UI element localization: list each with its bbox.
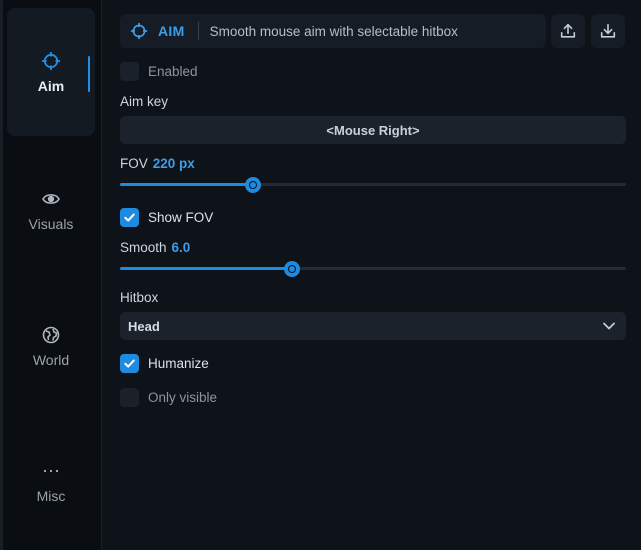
only-visible-checkbox[interactable] xyxy=(120,387,139,407)
aim-key-label: Aim key xyxy=(120,94,169,109)
humanize-toggle[interactable]: Humanize xyxy=(120,353,209,373)
smooth-value: 6.0 xyxy=(171,240,191,255)
more-dots-icon xyxy=(41,461,61,481)
sidebar-item-label: World xyxy=(32,351,70,368)
humanize-checkbox[interactable] xyxy=(120,353,139,373)
download-icon xyxy=(599,22,617,40)
sidebar-item-label: Misc xyxy=(36,487,66,504)
app-window: Aim Visuals World Misc AIM Smooth mouse … xyxy=(0,0,641,550)
show-fov-checkbox[interactable] xyxy=(120,207,139,227)
hitbox-selected-value: Head xyxy=(128,318,160,334)
smooth-slider[interactable] xyxy=(120,261,626,277)
globe-icon xyxy=(41,325,61,345)
module-tag: AIM xyxy=(158,23,185,39)
fov-value: 220 px xyxy=(152,156,195,171)
hitbox-select[interactable]: Head xyxy=(120,312,626,340)
active-indicator xyxy=(88,56,90,92)
export-button[interactable] xyxy=(551,14,585,48)
slider-thumb[interactable] xyxy=(245,177,262,193)
crosshair-icon xyxy=(130,22,148,40)
sidebar-item-label: Aim xyxy=(37,77,65,94)
module-header: AIM Smooth mouse aim with selectable hit… xyxy=(120,14,546,48)
slider-thumb[interactable] xyxy=(284,261,301,277)
module-description: Smooth mouse aim with selectable hitbox xyxy=(209,23,458,39)
main-panel: AIM Smooth mouse aim with selectable hit… xyxy=(103,0,641,550)
only-visible-label: Only visible xyxy=(148,389,218,405)
sidebar-item-world[interactable]: World xyxy=(7,282,95,410)
humanize-label: Humanize xyxy=(148,355,209,371)
sidebar-item-label: Visuals xyxy=(28,215,74,232)
smooth-label-text: Smooth xyxy=(120,240,167,255)
sidebar-item-misc[interactable]: Misc xyxy=(7,418,95,546)
crosshair-icon xyxy=(41,51,61,71)
fov-label: FOV 220 px xyxy=(120,156,195,171)
only-visible-toggle[interactable]: Only visible xyxy=(120,387,217,407)
sidebar-item-aim[interactable]: Aim xyxy=(7,8,95,136)
fov-label-text: FOV xyxy=(120,156,148,171)
hitbox-label: Hitbox xyxy=(120,290,159,305)
upload-icon xyxy=(559,22,577,40)
slider-fill xyxy=(120,267,293,270)
show-fov-toggle[interactable]: Show FOV xyxy=(120,207,213,227)
slider-fill xyxy=(120,183,254,186)
enabled-toggle[interactable]: Enabled xyxy=(120,61,198,81)
smooth-label: Smooth 6.0 xyxy=(120,240,190,255)
checkmark-icon xyxy=(124,213,135,222)
chevron-down-icon xyxy=(602,319,616,333)
show-fov-label: Show FOV xyxy=(148,209,214,225)
enabled-label: Enabled xyxy=(148,63,198,79)
sidebar: Aim Visuals World Misc xyxy=(3,0,102,550)
fov-slider[interactable] xyxy=(120,177,626,193)
aim-key-button[interactable]: <Mouse Right> xyxy=(120,116,626,144)
enabled-checkbox[interactable] xyxy=(120,61,139,81)
sidebar-item-visuals[interactable]: Visuals xyxy=(7,146,95,274)
eye-icon xyxy=(41,189,61,209)
import-button[interactable] xyxy=(591,14,625,48)
header-divider xyxy=(197,22,199,40)
checkmark-icon xyxy=(124,359,135,368)
